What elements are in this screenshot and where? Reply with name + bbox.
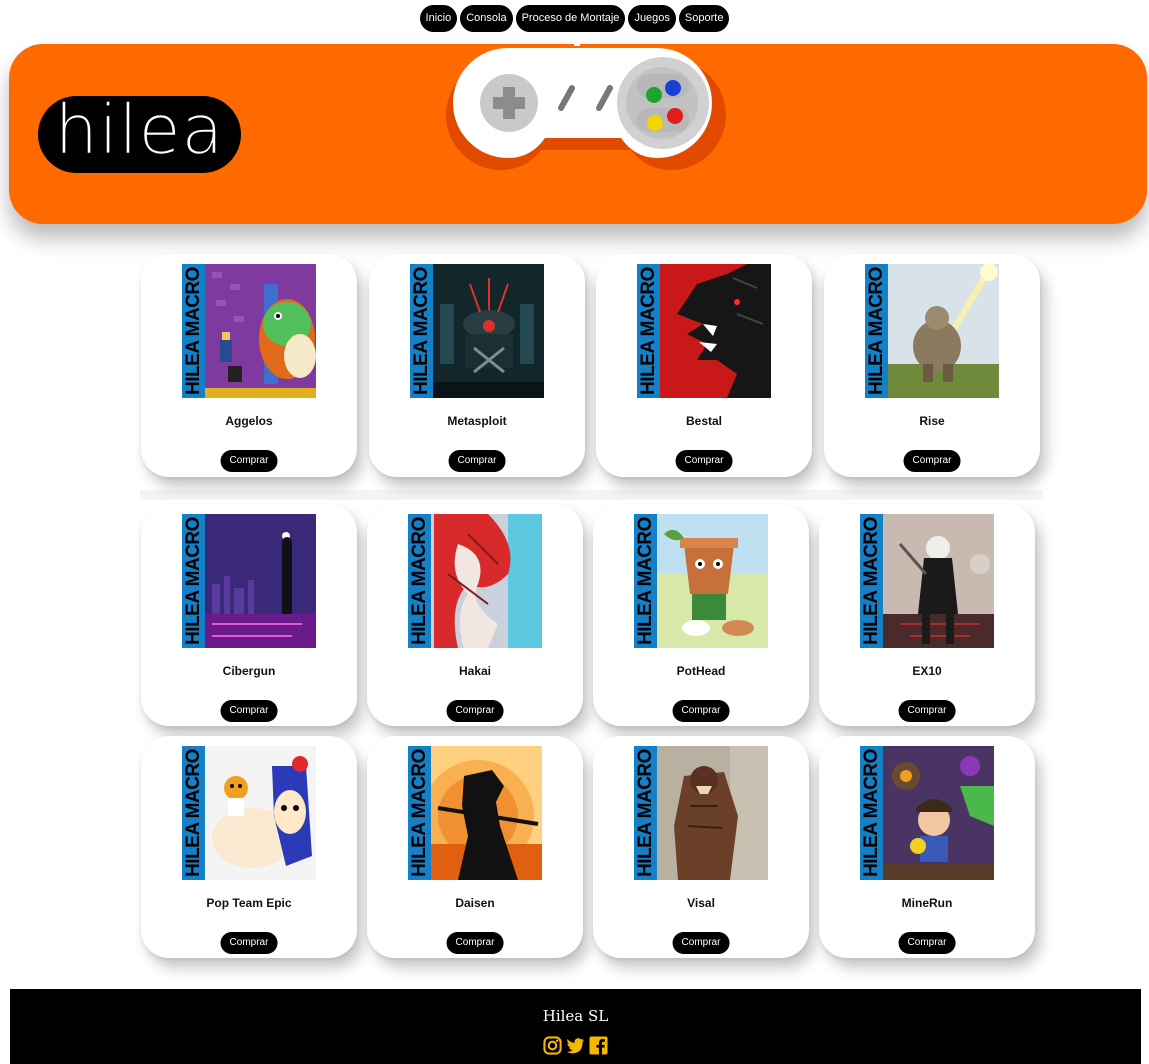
product-image-ex10[interactable]: HILEA MACRO <box>860 514 994 648</box>
product-title: Daisen <box>455 896 495 910</box>
product-card-metasploit: HILEA MACRO Metasploit Comprar <box>369 254 585 477</box>
buy-button-metasploit[interactable]: Comprar <box>448 450 506 472</box>
product-card-rise: HILEA MACRO Rise Comprar <box>824 254 1040 477</box>
nav-connector <box>574 32 580 46</box>
hilea-macro-band: HILEA MACRO <box>634 746 657 880</box>
hero-banner: hilea <box>9 44 1147 224</box>
product-card-cibergun: HILEA MACRO Cibergun Comprar <box>141 504 357 726</box>
buy-button-visal[interactable]: Comprar <box>672 932 730 954</box>
twitter-icon[interactable] <box>566 1036 585 1055</box>
nav-proceso-de-montaje[interactable]: Proceso de Montaje <box>515 5 626 32</box>
product-title: Rise <box>919 414 945 428</box>
product-image-visal[interactable]: HILEA MACRO <box>634 746 768 880</box>
hilea-macro-band: HILEA MACRO <box>182 746 205 880</box>
product-image-rise[interactable]: HILEA MACRO <box>865 264 999 398</box>
product-image-bestal[interactable]: HILEA MACRO <box>637 264 771 398</box>
buy-button-pop-team-epic[interactable]: Comprar <box>220 932 278 954</box>
nav-juegos[interactable]: Juegos <box>628 5 676 32</box>
facebook-icon[interactable] <box>589 1036 608 1055</box>
hilea-macro-band: HILEA MACRO <box>408 514 431 648</box>
product-title: Bestal <box>685 414 723 428</box>
product-image-pop-team-epic[interactable]: HILEA MACRO <box>182 746 316 880</box>
hilea-macro-band: HILEA MACRO <box>182 264 205 398</box>
logo-text: hilea <box>54 96 225 170</box>
top-nav: Inicio Consola Proceso de Montaje Juegos… <box>0 5 1149 32</box>
buy-button-hakai[interactable]: Comprar <box>446 700 504 722</box>
product-image-minerun[interactable]: HILEA MACRO <box>860 746 994 880</box>
product-card-bestal: HILEA MACRO Bestal Comprar <box>596 254 812 477</box>
product-title: Cibergun <box>222 664 276 678</box>
nav-consola[interactable]: Consola <box>460 5 513 32</box>
row-separator <box>140 490 1043 500</box>
nav-soporte[interactable]: Soporte <box>678 5 730 32</box>
product-card-pop-team-epic: HILEA MACRO Pop Team Epic Comprar <box>141 736 357 958</box>
hilea-macro-band: HILEA MACRO <box>634 514 657 648</box>
buy-button-ex10[interactable]: Comprar <box>898 700 956 722</box>
product-card-daisen: HILEA MACRO Daisen Comprar <box>367 736 583 958</box>
hilea-macro-band: HILEA MACRO <box>860 514 883 648</box>
buy-button-bestal[interactable]: Comprar <box>675 450 733 472</box>
product-card-visal: HILEA MACRO Visal Comprar <box>593 736 809 958</box>
product-image-daisen[interactable]: HILEA MACRO <box>408 746 542 880</box>
product-title: Metasploit <box>447 414 507 428</box>
product-card-pothead: HILEA MACRO PotHead Comprar <box>593 504 809 726</box>
footer: Hilea SL <box>10 989 1141 1064</box>
hilea-macro-band: HILEA MACRO <box>182 514 205 648</box>
footer-company-name: Hilea SL <box>542 1007 609 1025</box>
product-title: Hakai <box>458 664 492 678</box>
hilea-macro-band: HILEA MACRO <box>408 746 431 880</box>
hilea-logo[interactable]: hilea <box>38 96 241 173</box>
product-title: EX10 <box>912 664 942 678</box>
instagram-icon[interactable] <box>543 1036 562 1055</box>
product-card-hakai: HILEA MACRO Hakai Comprar <box>367 504 583 726</box>
buy-button-daisen[interactable]: Comprar <box>446 932 504 954</box>
product-title: Pop Team Epic <box>206 896 292 910</box>
buy-button-minerun[interactable]: Comprar <box>898 932 956 954</box>
product-title: Visal <box>687 896 715 910</box>
hilea-macro-band: HILEA MACRO <box>410 264 433 398</box>
buy-button-aggelos[interactable]: Comprar <box>220 450 278 472</box>
controller-icon <box>446 48 726 170</box>
product-image-pothead[interactable]: HILEA MACRO <box>634 514 768 648</box>
buy-button-cibergun[interactable]: Comprar <box>220 700 278 722</box>
product-title: PotHead <box>676 664 726 678</box>
product-image-aggelos[interactable]: HILEA MACRO <box>182 264 316 398</box>
buy-button-pothead[interactable]: Comprar <box>672 700 730 722</box>
product-title: Aggelos <box>225 414 273 428</box>
buy-button-rise[interactable]: Comprar <box>903 450 961 472</box>
hilea-macro-band: HILEA MACRO <box>637 264 660 398</box>
product-image-metasploit[interactable]: HILEA MACRO <box>410 264 544 398</box>
product-card-aggelos: HILEA MACRO Aggelos Comprar <box>141 254 357 477</box>
product-image-hakai[interactable]: HILEA MACRO <box>408 514 542 648</box>
product-card-minerun: HILEA MACRO MineRun Comprar <box>819 736 1035 958</box>
nav-inicio[interactable]: Inicio <box>419 5 458 32</box>
hilea-macro-band: HILEA MACRO <box>860 746 883 880</box>
product-image-cibergun[interactable]: HILEA MACRO <box>182 514 316 648</box>
product-card-ex10: HILEA MACRO EX10 Comprar <box>819 504 1035 726</box>
product-title: MineRun <box>901 896 953 910</box>
hilea-macro-band: HILEA MACRO <box>865 264 888 398</box>
social-links <box>10 1036 1141 1055</box>
